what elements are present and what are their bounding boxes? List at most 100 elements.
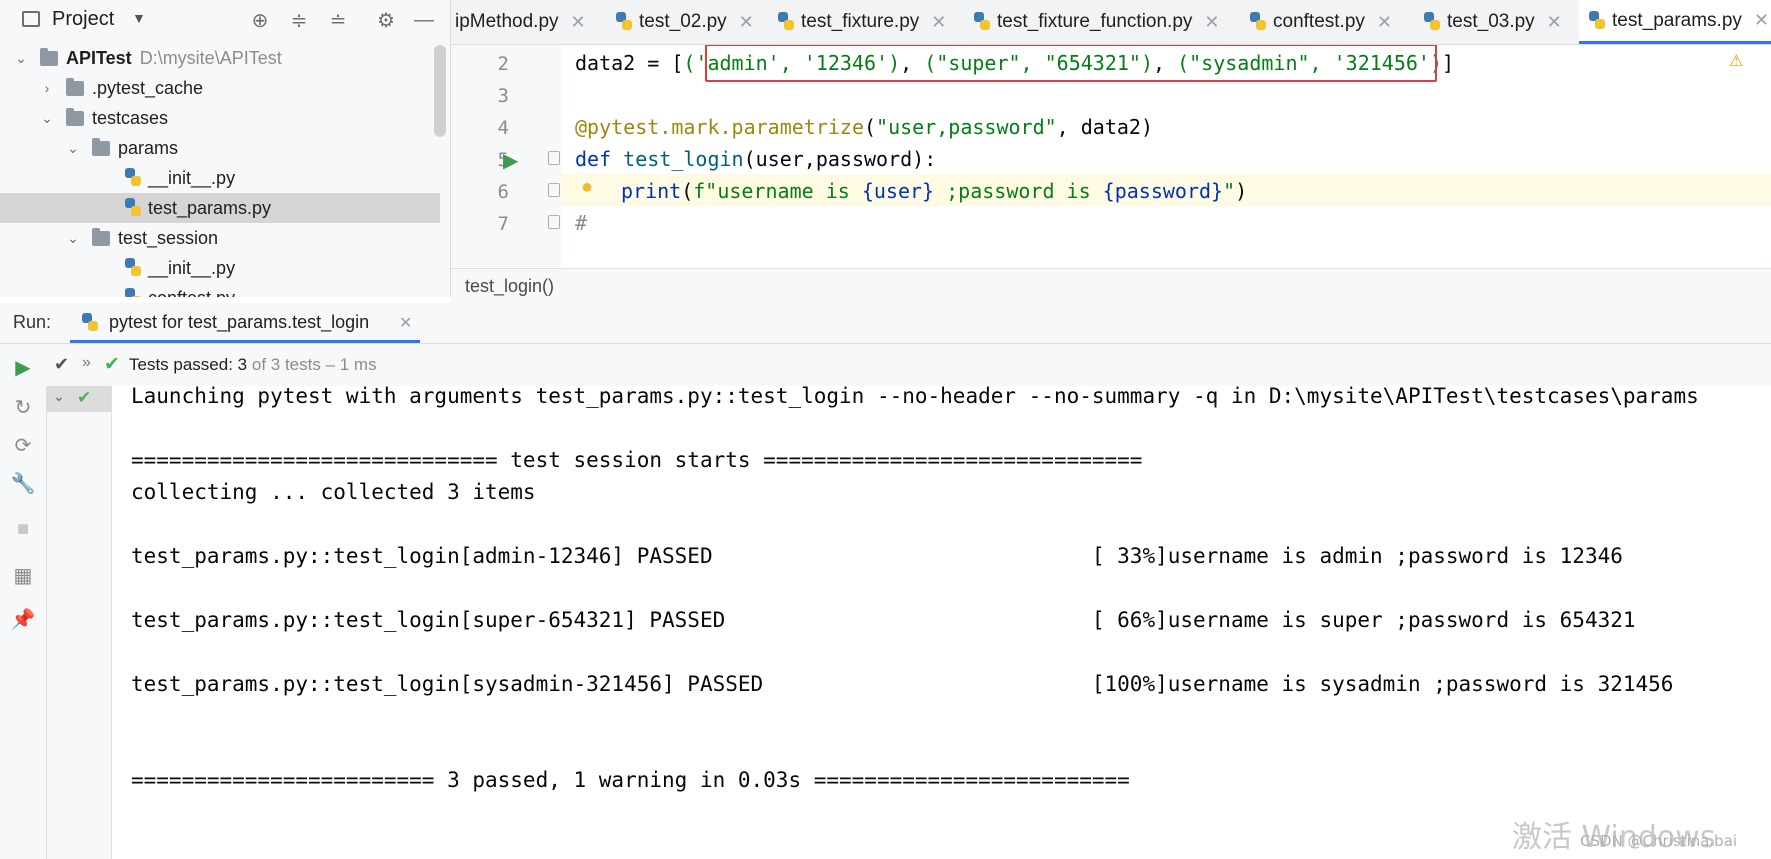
tree-item-apitest[interactable]: ⌄ APITest D:\mysite\APITest: [0, 43, 440, 73]
code-text: ): [1235, 179, 1248, 203]
editor-warning-icon[interactable]: ⚠: [1729, 51, 1743, 71]
tree-item-init-py[interactable]: __init__.py: [0, 163, 440, 193]
tree-item-label: __init__.py: [148, 257, 236, 278]
collapse-all-icon[interactable]: ≐: [326, 8, 350, 32]
python-file-icon: [125, 258, 142, 278]
breadcrumb: test_login(): [451, 268, 1771, 304]
console-output[interactable]: Launching pytest with arguments test_par…: [112, 386, 1771, 859]
project-title[interactable]: Project: [52, 8, 114, 31]
tree-item-label: __init__.py: [148, 167, 236, 188]
tree-item-label: testcases: [92, 107, 169, 128]
code-string: "user,password": [876, 115, 1057, 139]
close-icon[interactable]: ✕: [1204, 12, 1219, 33]
project-scrollbar[interactable]: [434, 45, 446, 137]
chevron-down-icon[interactable]: ⌄: [60, 230, 86, 247]
lightbulb-icon[interactable]: ●: [581, 176, 593, 199]
code-line-7: #: [575, 211, 588, 235]
tab-test-fixture[interactable]: test_fixture.py ✕: [778, 0, 946, 44]
chevron-down-icon[interactable]: ⌄: [60, 140, 86, 157]
console-line: ============================= test sessi…: [131, 448, 1143, 472]
csdn-watermark: CSDN @Christina.bai: [1580, 832, 1738, 850]
close-icon[interactable]: ✕: [1754, 10, 1769, 31]
tab-test-params[interactable]: test_params.py ✕: [1579, 0, 1771, 44]
tree-item-params[interactable]: ⌄ params: [0, 133, 440, 163]
project-panel: Project ▼ ⊕ ≑ ≐ ⚙ — ⌄ APITest D:\mysite\…: [0, 0, 451, 297]
expand-all-icon[interactable]: ≑: [287, 8, 311, 32]
tree-item-init-py-2[interactable]: __init__.py: [0, 253, 440, 283]
chevron-down-icon[interactable]: ⌄: [53, 388, 65, 405]
console-line: ======================== 3 passed, 1 war…: [131, 768, 1130, 792]
gear-icon[interactable]: ⚙: [374, 8, 398, 32]
tree-item-pytest-cache[interactable]: › .pytest_cache: [0, 73, 440, 103]
code-function: print: [621, 179, 682, 203]
code-editor[interactable]: ⚠ 2 3 4 5 6 7 ▶ data2 = [('admin', '1234…: [451, 45, 1771, 267]
rerun-failed-icon[interactable]: ↻: [10, 394, 36, 420]
run-gutter-icon[interactable]: ▶: [503, 148, 518, 173]
test-tree: ⌄ ✔: [47, 386, 112, 859]
highlight-box: [705, 45, 1437, 82]
code-line-4: @pytest.mark.parametrize("user,password"…: [575, 115, 1153, 139]
python-file-icon: [1589, 10, 1606, 31]
folder-icon: [66, 107, 84, 126]
close-icon[interactable]: ✕: [571, 12, 586, 33]
run-tab-label[interactable]: pytest for test_params.test_login: [109, 312, 369, 333]
chevron-down-icon[interactable]: ⌄: [8, 50, 34, 67]
tab-ipmethod[interactable]: ipMethod.py ✕: [455, 0, 586, 44]
code-text: data2 = [: [575, 51, 684, 75]
pin-icon[interactable]: 📌: [10, 606, 36, 632]
tree-item-test-params-py[interactable]: test_params.py: [0, 193, 440, 223]
status-prefix: Tests passed:: [129, 355, 238, 374]
tab-conftest[interactable]: conftest.py ✕: [1250, 0, 1392, 44]
code-keyword: def: [575, 147, 624, 171]
tab-label: test_03.py: [1447, 11, 1535, 32]
fold-icon[interactable]: [548, 215, 560, 229]
project-path: D:\mysite\APITest: [139, 47, 282, 68]
layout-icon[interactable]: ▦: [10, 562, 36, 588]
close-icon[interactable]: ✕: [931, 12, 946, 33]
stop-icon[interactable]: ■: [10, 516, 36, 542]
test-tree-row[interactable]: ⌄ ✔: [47, 386, 111, 412]
close-icon[interactable]: ✕: [1377, 12, 1392, 33]
check-icon[interactable]: ✔: [54, 354, 69, 375]
fold-icon[interactable]: [548, 183, 560, 197]
tab-test-03[interactable]: test_03.py ✕: [1424, 0, 1562, 44]
close-icon[interactable]: ✕: [1547, 12, 1562, 33]
locate-icon[interactable]: ⊕: [248, 8, 272, 32]
minimize-icon[interactable]: —: [412, 8, 436, 32]
console-line: Launching pytest with arguments test_par…: [131, 386, 1699, 408]
breadcrumb-item[interactable]: test_login(): [465, 276, 554, 297]
tab-label: test_fixture_function.py: [997, 11, 1193, 32]
chevron-right-icon[interactable]: ›: [34, 80, 60, 96]
code-string: ": [1223, 179, 1236, 203]
tab-test-fixture-function[interactable]: test_fixture_function.py ✕: [974, 0, 1219, 44]
tree-item-test-session[interactable]: ⌄ test_session: [0, 223, 440, 253]
tree-item-label: APITest: [66, 47, 132, 68]
tree-item-conftest-py[interactable]: conftest.py: [0, 283, 440, 297]
python-file-icon: [778, 12, 795, 32]
status-suffix: of 3 tests – 1 ms: [247, 355, 377, 374]
editor-tab-bar: ipMethod.py ✕ test_02.py ✕ test_fixture.…: [451, 0, 1771, 45]
code-interpolation: {user}: [861, 179, 935, 203]
tab-label: conftest.py: [1273, 11, 1365, 32]
run-label: Run:: [13, 312, 52, 332]
console-line: test_params.py::test_login[sysadmin-3214…: [131, 672, 1674, 696]
rerun-icon[interactable]: ▶: [10, 354, 36, 380]
python-file-icon: [1424, 12, 1441, 32]
chevron-down-icon[interactable]: ▼: [132, 10, 146, 26]
tree-item-testcases[interactable]: ⌄ testcases: [0, 103, 440, 133]
status-count: 3: [237, 355, 248, 374]
tab-test-02[interactable]: test_02.py ✕: [616, 0, 754, 44]
status-text: Tests passed: 3 of 3 tests – 1 ms: [129, 355, 377, 375]
close-icon[interactable]: ✕: [739, 12, 754, 33]
project-view-icon[interactable]: [22, 11, 40, 27]
code-text: ]: [1442, 51, 1455, 75]
close-icon[interactable]: ✕: [399, 313, 412, 333]
fold-icon[interactable]: [548, 151, 560, 165]
code-text: (user,password):: [743, 147, 937, 171]
wrench-icon[interactable]: 🔧: [10, 470, 36, 496]
chevron-down-icon[interactable]: ⌄: [34, 110, 60, 127]
chevron-double-right-icon[interactable]: »: [82, 354, 91, 372]
toggle-auto-test-icon[interactable]: ⟳: [10, 432, 36, 458]
tree-item-label: test_session: [118, 227, 219, 248]
console-line: test_params.py::test_login[super-654321]…: [131, 608, 1636, 632]
